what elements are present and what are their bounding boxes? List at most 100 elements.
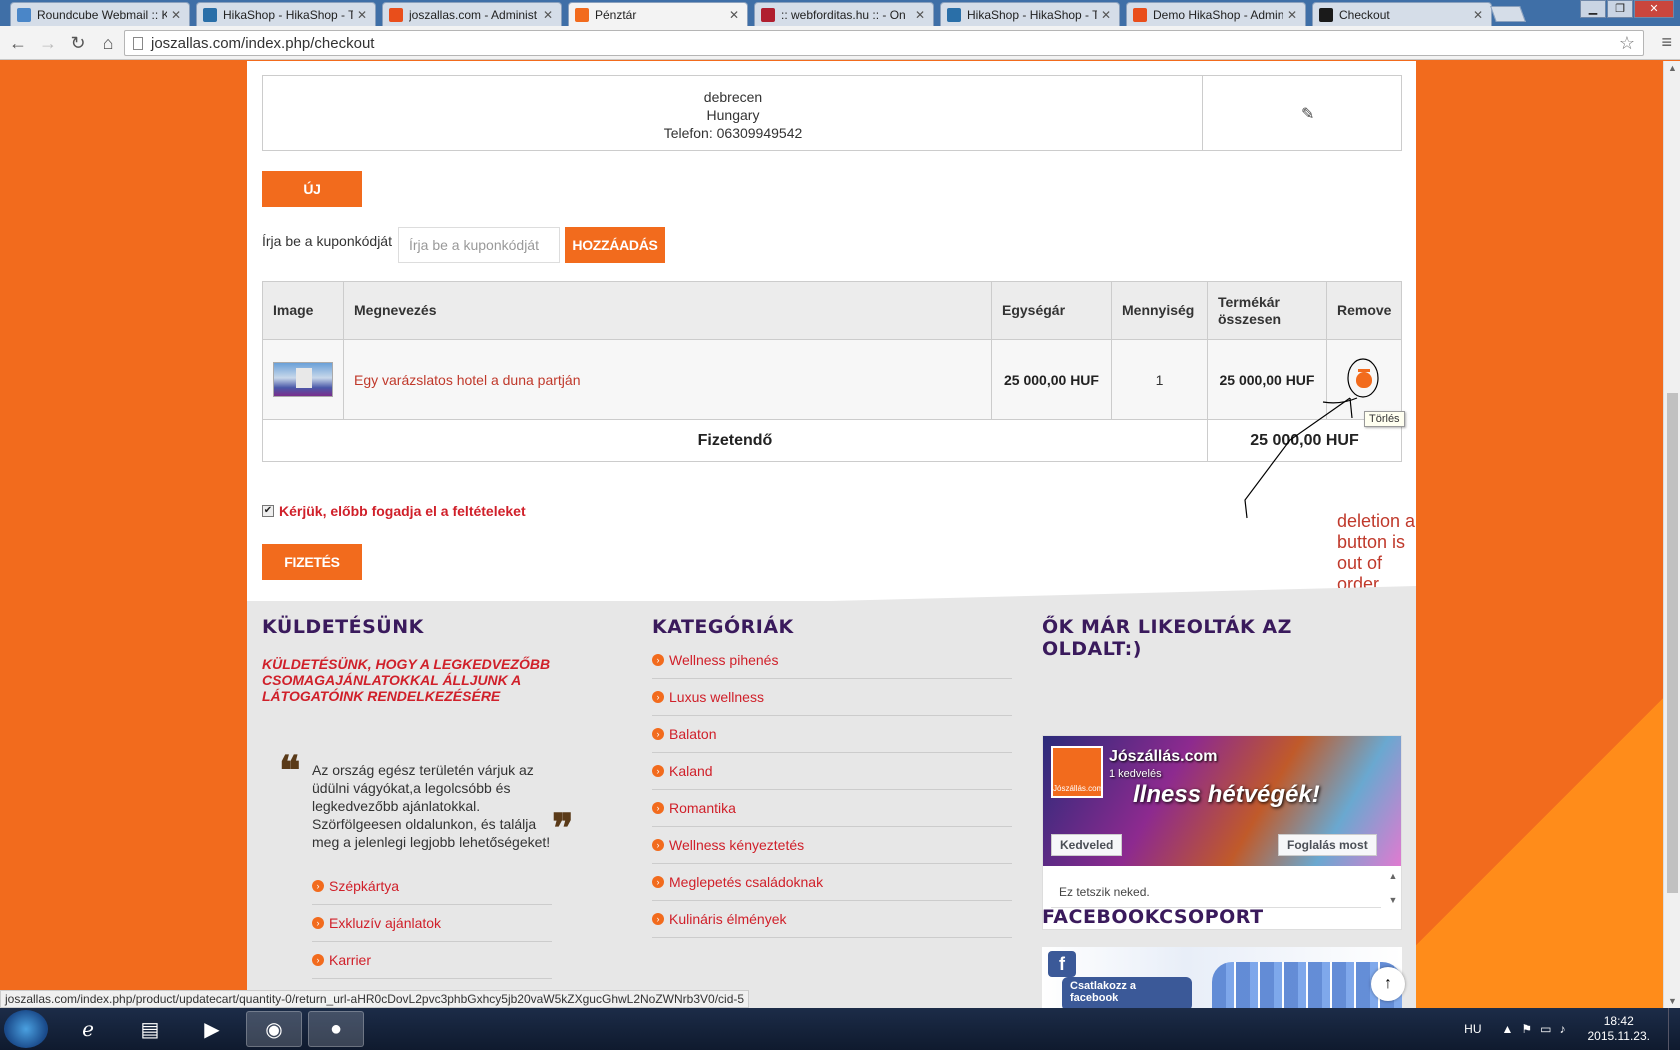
tab-roundcube[interactable]: Roundcube Webmail :: K ✕ [10,2,190,26]
scroll-to-top-icon[interactable]: ↑ [1371,967,1405,1001]
tab-penztar[interactable]: Pénztár ✕ [568,2,748,26]
product-link[interactable]: Egy varázslatos hotel a duna partján [354,372,580,388]
new-address-button[interactable]: ÚJ [262,171,362,207]
url-text: joszallas.com/index.php/checkout [151,34,375,52]
list-item[interactable]: › Balaton [652,716,1012,753]
page-scrollbar[interactable]: ▲ ▼ [1663,61,1680,1008]
status-bar: joszallas.com/index.php/product/updateca… [0,990,750,1008]
trash-icon[interactable] [1356,368,1372,388]
show-desktop-button[interactable] [1668,1008,1680,1050]
internet-explorer-icon[interactable]: ℯ [60,1011,116,1047]
list-item[interactable]: › Kulináris élmények [652,901,1012,938]
mission-title: KÜLDETÉSÜNK [262,616,424,638]
address-phone: Telefon: 06309949542 [663,125,803,141]
scroll-up-icon[interactable]: ▲ [1668,63,1677,73]
system-tray: HU ▲⚑▭♪ 18:42 2015.11.23. [1464,1008,1680,1050]
list-item[interactable]: › Kaland [652,753,1012,790]
home-icon[interactable]: ⌂ [96,31,120,55]
terms-checkbox[interactable]: ✔ [262,505,274,517]
add-coupon-button[interactable]: HOZZÁADÁS [565,227,665,263]
window-controls: ▁ ❐ ✕ [1579,0,1674,18]
list-item[interactable]: › Wellness pihenés [652,642,1012,679]
quote-close-icon: ❞ [552,805,574,852]
tab-checkout[interactable]: Checkout ✕ [1312,2,1492,26]
remove-cell [1327,340,1401,419]
arrow-bullet-icon: › [312,880,324,892]
divider [1202,76,1203,150]
arrow-bullet-icon: › [652,691,664,703]
tray-icons[interactable]: ▲⚑▭♪ [1502,1022,1574,1036]
reload-icon[interactable]: ↻ [66,31,90,55]
minimize-icon[interactable]: ▁ [1580,0,1606,18]
arrow-bullet-icon: › [652,728,664,740]
list-item[interactable]: › Exkluzív ajánlatok [312,905,552,942]
unit-price: 25 000,00 HUF [992,340,1112,419]
tab-close-icon[interactable]: ✕ [357,8,369,22]
restore-icon[interactable]: ❐ [1607,0,1633,18]
hikashop-icon [203,7,217,22]
likes-title: ŐK MÁR LIKEOLTÁK AZ OLDALT:) [1042,616,1292,660]
terms-label: Kérjük, előbb fogadja el a feltételeket [279,503,526,519]
tab-close-icon[interactable]: ✕ [543,8,555,22]
close-window-icon[interactable]: ✕ [1634,0,1674,18]
tab-demo-hikashop[interactable]: Demo HikaShop - Admin ✕ [1126,2,1306,26]
product-thumbnail[interactable] [273,362,333,397]
address-text: debrecen Hungary Telefon: 06309949542 [263,88,1203,142]
new-tab-button[interactable] [1490,6,1526,22]
tab-close-icon[interactable]: ✕ [1287,8,1299,22]
header-remove: Remove [1337,302,1392,318]
tab-close-icon[interactable]: ✕ [1101,8,1113,22]
arrow-bullet-icon: › [652,913,664,925]
coupon-input[interactable] [398,227,560,263]
tab-close-icon[interactable]: ✕ [729,8,741,22]
coupon-label: Írja be a kuponkódját [262,233,392,249]
tab-label: Checkout [1339,7,1390,22]
tab-hikashop-2[interactable]: HikaShop - HikaShop - T ✕ [940,2,1120,26]
cart-total-row: Fizetendő 25 000,00 HUF [263,420,1401,461]
screen-capture-icon[interactable]: ● [308,1011,364,1047]
scrollbar-thumb[interactable] [1667,393,1678,893]
facebook-group-banner[interactable]: f Csatlakozz a facebook [1042,947,1402,1008]
list-item[interactable]: › Szépkártya [312,868,552,905]
arrow-bullet-icon: › [652,654,664,666]
facebook-cover[interactable]: Jószállás.com Jószállás.com 1 kedvelés l… [1043,736,1401,866]
quantity: 1 [1112,340,1208,419]
back-icon[interactable]: ← [6,31,30,55]
arrow-bullet-icon: › [652,802,664,814]
tab-hikashop-1[interactable]: HikaShop - HikaShop - T ✕ [196,2,376,26]
widget-scrollbar[interactable]: ▲ ▼ [1387,870,1399,914]
menu-icon[interactable]: ≡ [1661,32,1672,53]
header-image: Image [263,282,344,339]
tab-label: Roundcube Webmail :: K [37,7,167,22]
list-item[interactable]: › Meglepetés családoknak [652,864,1012,901]
chrome-icon[interactable]: ◉ [246,1011,302,1047]
tab-close-icon[interactable]: ✕ [171,8,183,22]
media-player-icon[interactable]: ▶ [184,1011,240,1047]
language-indicator[interactable]: HU [1464,1022,1481,1036]
facebook-like-button[interactable]: Kedveled [1051,834,1123,856]
facebook-book-button[interactable]: Foglalás most [1278,834,1377,856]
terms-checkbox-row[interactable]: ✔ Kérjük, előbb fogadja el a feltételeke… [262,503,526,519]
facebook-page-name[interactable]: Jószállás.com [1109,748,1218,766]
file-explorer-icon[interactable]: ▤ [122,1011,178,1047]
forward-icon[interactable]: → [36,31,60,55]
join-facebook-button[interactable]: Csatlakozz a facebook [1062,977,1192,1008]
list-item[interactable]: › Luxus wellness [652,679,1012,716]
annotation-text: deletion a button is out of order [1337,511,1416,594]
scroll-down-icon[interactable]: ▼ [1668,996,1677,1006]
tab-close-icon[interactable]: ✕ [915,8,927,22]
facebook-icon: f [1048,951,1076,977]
start-button-icon[interactable] [4,1010,48,1048]
tab-webforditas[interactable]: :: webforditas.hu :: - On ✕ [754,2,934,26]
tab-joszallas-admin[interactable]: joszallas.com - Administ ✕ [382,2,562,26]
list-item[interactable]: › Karrier [312,942,552,979]
bookmark-star-icon[interactable]: ☆ [1619,33,1635,54]
edit-pencil-icon[interactable]: ✎ [1301,104,1314,124]
list-item[interactable]: › Romantika [652,790,1012,827]
clock[interactable]: 18:42 2015.11.23. [1587,1014,1650,1044]
facebook-page-widget: Jószállás.com Jószállás.com 1 kedvelés l… [1042,735,1402,930]
pay-button[interactable]: FIZETÉS [262,544,362,580]
address-bar[interactable]: joszallas.com/index.php/checkout ☆ [124,30,1644,56]
tab-close-icon[interactable]: ✕ [1473,8,1485,22]
list-item[interactable]: › Wellness kényeztetés [652,827,1012,864]
